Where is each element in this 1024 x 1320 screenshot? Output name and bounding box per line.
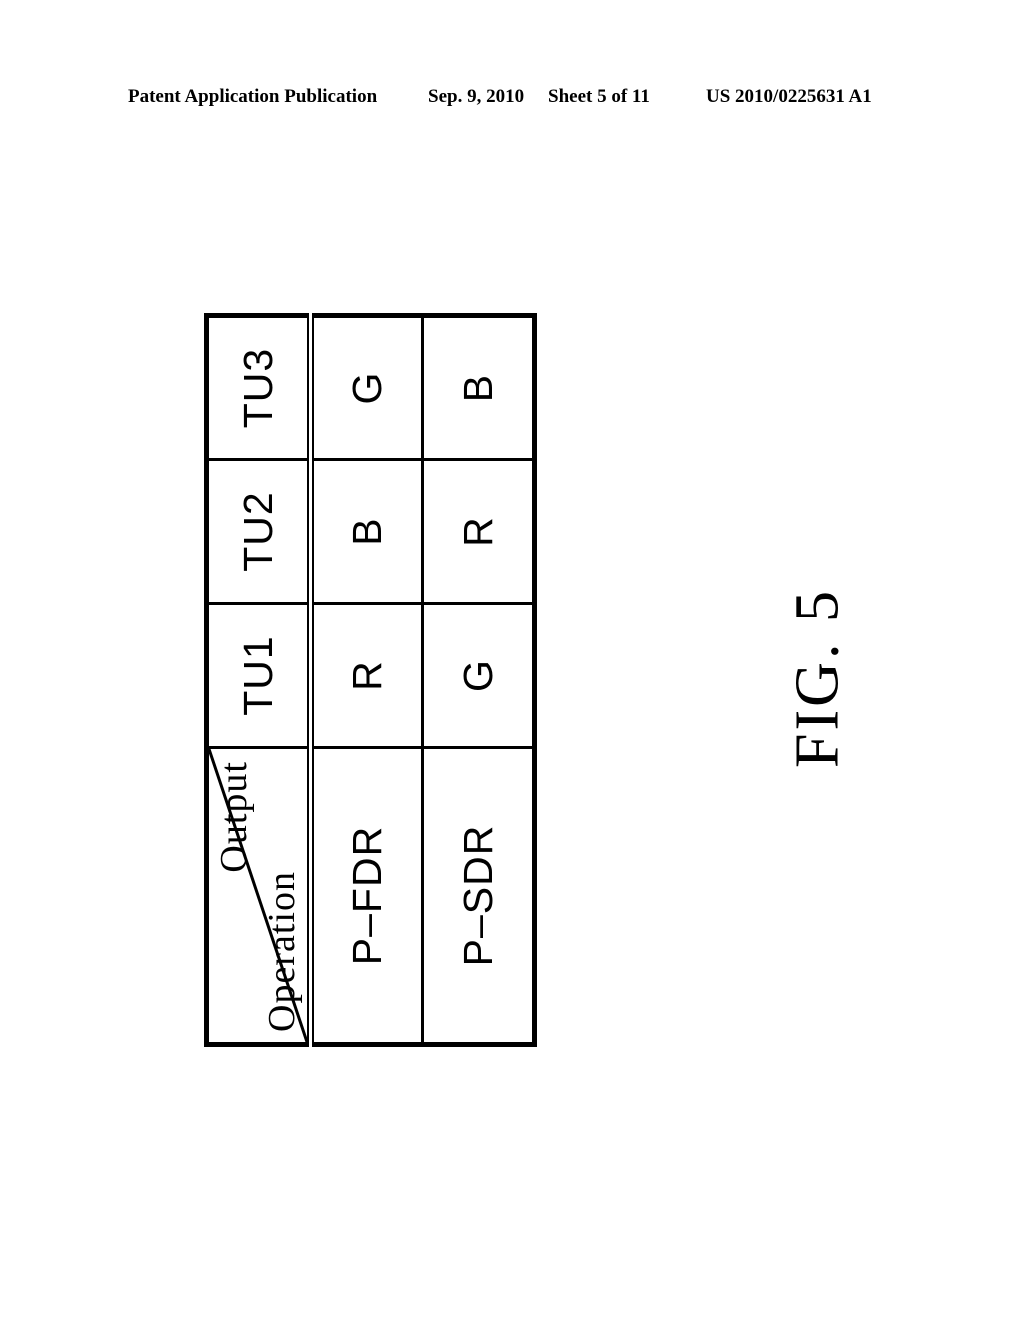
cell-p-fdr-tu3: G <box>310 315 423 460</box>
cell-p-sdr-tu2: R <box>422 459 535 604</box>
column-header-tu1: TU1 <box>206 603 311 748</box>
figure-area: Output Operation TU1 TU2 TU3 P–FDR R B G… <box>0 0 1024 1320</box>
column-header-tu2: TU2 <box>206 459 311 604</box>
table-row: P–FDR R B G <box>310 315 423 1045</box>
column-header-tu3: TU3 <box>206 315 311 460</box>
corner-header-operation-label: Operation <box>261 871 303 1032</box>
corner-header-cell: Output Operation <box>206 747 311 1045</box>
row-label-p-sdr: P–SDR <box>422 747 535 1045</box>
output-operation-table: Output Operation TU1 TU2 TU3 P–FDR R B G… <box>204 313 537 1047</box>
cell-p-sdr-tu3: B <box>422 315 535 460</box>
figure-caption: FIG. 5 <box>783 588 852 768</box>
figure-table-wrapper: Output Operation TU1 TU2 TU3 P–FDR R B G… <box>204 313 537 1047</box>
cell-p-sdr-tu1: G <box>422 603 535 748</box>
corner-header-output-label: Output <box>213 761 255 873</box>
cell-p-fdr-tu2: B <box>310 459 423 604</box>
row-label-p-fdr: P–FDR <box>310 747 423 1045</box>
table-row: P–SDR G R B <box>422 315 535 1045</box>
table-header-row: Output Operation TU1 TU2 TU3 <box>206 315 311 1045</box>
cell-p-fdr-tu1: R <box>310 603 423 748</box>
